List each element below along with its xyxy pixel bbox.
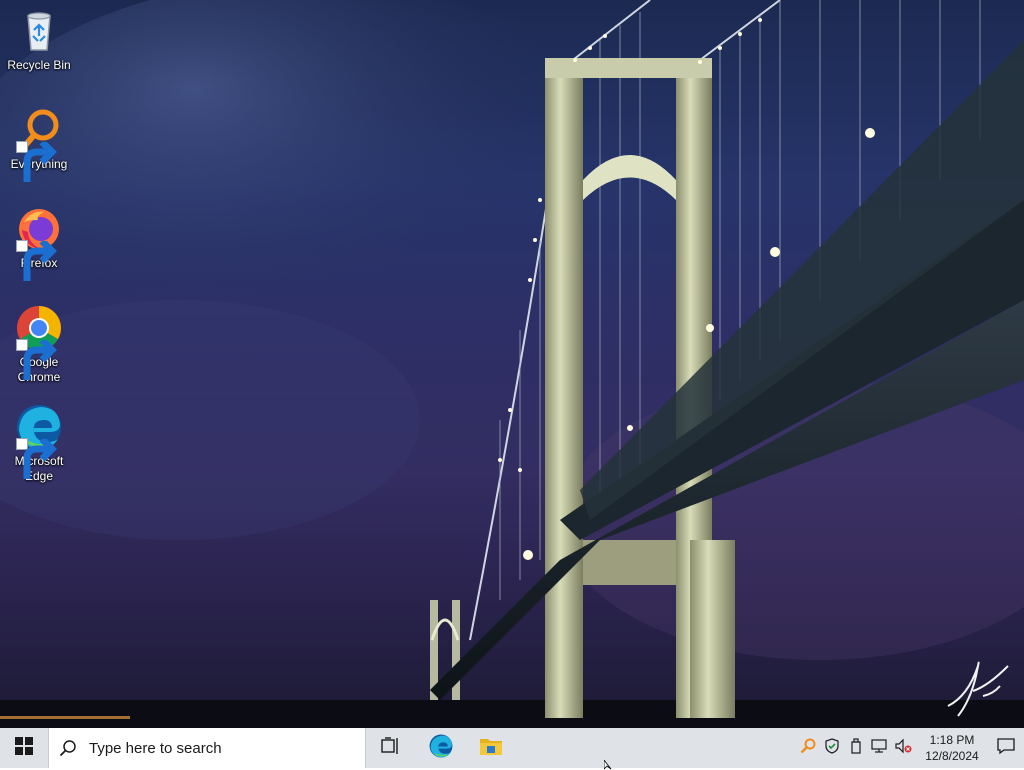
shortcut-arrow-icon	[16, 438, 57, 479]
desktop-icon-google-chrome[interactable]: Google Chrome	[4, 303, 74, 385]
search-icon	[59, 739, 77, 757]
tray-usb[interactable]	[844, 728, 868, 768]
windows-start-icon	[15, 736, 33, 760]
taskbar-clock[interactable]: 1:18 PM 12/8/2024	[916, 732, 988, 764]
security-shield-icon	[824, 737, 840, 759]
clock-date: 12/8/2024	[925, 749, 979, 763]
edge-icon	[14, 402, 64, 479]
chrome-icon	[14, 303, 64, 380]
desktop[interactable]: Recycle Bin Everything Firefox Google Ch…	[0, 0, 1024, 728]
wallpaper-bridge-image	[0, 0, 1024, 728]
mouse-cursor-icon	[604, 760, 612, 770]
shortcut-arrow-icon	[16, 339, 57, 380]
shortcut-arrow-icon	[16, 141, 57, 182]
task-view-button[interactable]	[366, 728, 416, 768]
desktop-icon-recycle-bin[interactable]: Recycle Bin	[4, 6, 74, 73]
desktop-icon-label: Recycle Bin	[7, 58, 71, 72]
action-center-icon	[997, 737, 1015, 760]
everything-tray-icon	[800, 738, 816, 759]
taskbar-pinned-file-explorer[interactable]	[466, 728, 516, 768]
tray-everything[interactable]	[796, 728, 820, 768]
file-explorer-icon	[479, 735, 503, 762]
tray-network[interactable]	[868, 728, 892, 768]
start-button[interactable]	[0, 728, 48, 768]
task-view-icon	[381, 736, 401, 760]
shortcut-arrow-icon	[16, 240, 57, 281]
tray-security[interactable]	[820, 728, 844, 768]
everything-search-icon	[14, 105, 64, 182]
taskbar-search-box[interactable]: Type here to search	[48, 728, 366, 768]
desktop-icon-microsoft-edge[interactable]: Microsoft Edge	[4, 402, 74, 484]
usb-eject-icon	[849, 737, 863, 759]
clock-time: 1:18 PM	[929, 733, 975, 747]
system-tray: 1:18 PM 12/8/2024	[796, 728, 1024, 768]
recycle-bin-icon	[14, 6, 64, 56]
taskbar: Type here to search 1:18 PM 12/8/2024	[0, 728, 1024, 770]
network-icon	[871, 738, 889, 759]
signature-watermark	[947, 661, 1009, 717]
taskbar-pinned-edge[interactable]	[416, 728, 466, 768]
desktop-icon-everything[interactable]: Everything	[4, 105, 74, 182]
firefox-icon	[14, 204, 64, 281]
volume-muted-icon	[895, 738, 913, 759]
edge-icon	[428, 733, 454, 764]
tray-volume[interactable]	[892, 728, 916, 768]
action-center-button[interactable]	[988, 728, 1024, 768]
desktop-icon-firefox[interactable]: Firefox	[4, 204, 74, 281]
search-placeholder: Type here to search	[89, 739, 222, 757]
